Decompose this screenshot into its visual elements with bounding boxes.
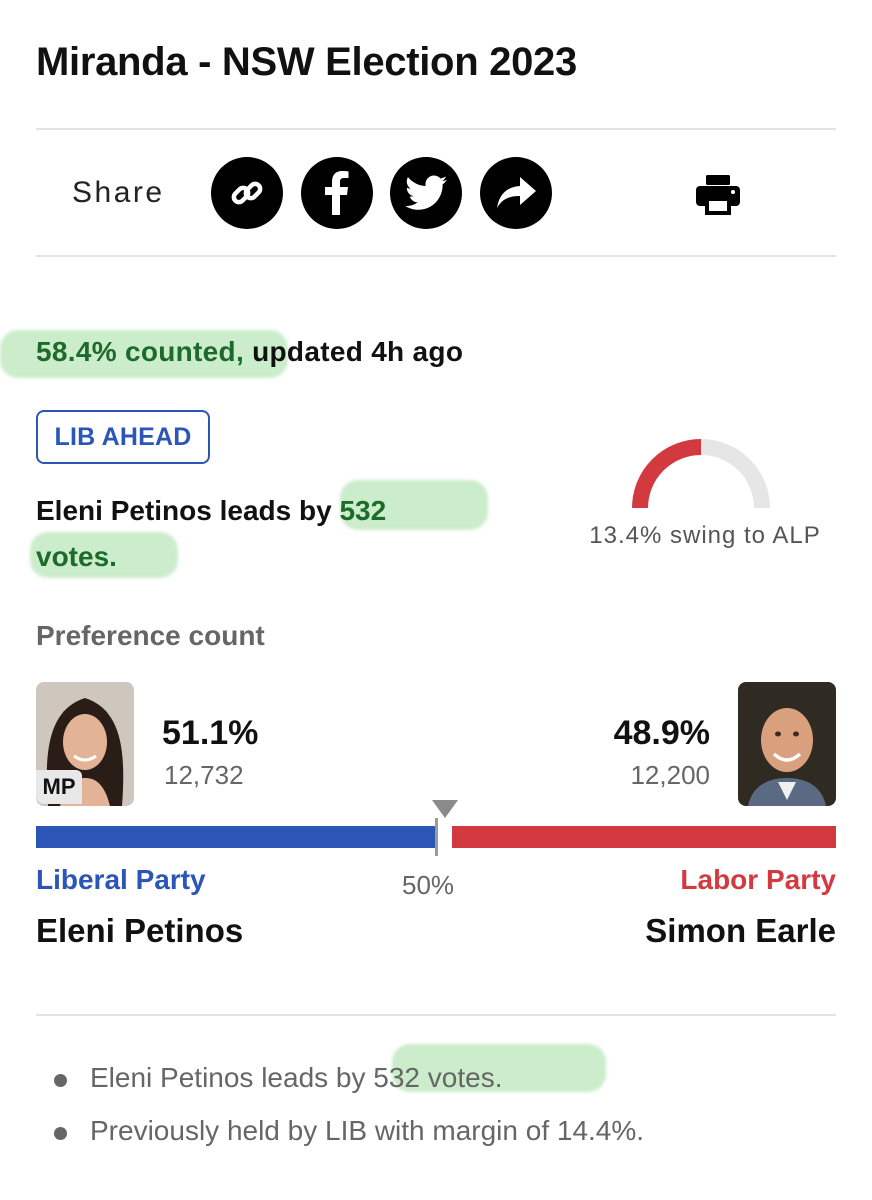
note-lead-prefix: Eleni Petinos leads by <box>90 1062 374 1093</box>
preference-count-label: Preference count <box>36 620 265 651</box>
printer-icon <box>696 175 740 215</box>
note-lead-value: 532 votes. <box>373 1062 503 1093</box>
twitter-icon <box>405 175 447 210</box>
facebook-share-button[interactable] <box>301 157 373 229</box>
counted-percent: 58.4% counted, <box>36 336 245 367</box>
share-label: Share <box>72 176 165 209</box>
updated-time: updated 4h ago <box>244 336 464 367</box>
lead-summary: Eleni Petinos leads by 532 votes. <box>36 488 466 580</box>
swing-label: 13.4% swing to ALP <box>589 522 821 549</box>
right-candidate-name: Simon Earle <box>645 912 836 949</box>
right-party: Labor Party <box>680 864 836 895</box>
midpoint-label: 50% <box>402 870 455 900</box>
link-icon <box>231 181 263 205</box>
count-status: 58.4% counted, updated 4h ago <box>36 336 463 368</box>
lead-prefix: Eleni Petinos leads by <box>36 495 340 526</box>
left-party: Liberal Party <box>36 864 206 895</box>
preference-bar-labor <box>452 826 836 848</box>
swing-gauge <box>632 439 770 509</box>
candidate-photo-right <box>738 682 836 806</box>
left-votes: 12,732 <box>164 760 244 790</box>
right-percent: 48.9% <box>613 714 710 752</box>
divider-notes <box>36 1014 836 1016</box>
twitter-share-button[interactable] <box>390 157 462 229</box>
preference-bar-liberal <box>36 826 438 848</box>
bullet-dot <box>54 1074 67 1087</box>
lead-amount: 532 <box>339 495 387 526</box>
copy-link-button[interactable] <box>211 157 283 229</box>
page-title: Miranda - NSW Election 2023 <box>36 40 577 84</box>
midpoint-marker-icon <box>432 800 458 818</box>
bullet-dot <box>54 1127 67 1140</box>
note-previous-holder: Previously held by LIB with margin of 14… <box>90 1115 645 1146</box>
note-lead: Eleni Petinos leads by 532 votes. <box>90 1062 502 1094</box>
facebook-icon <box>325 171 349 215</box>
divider-share <box>36 255 836 257</box>
share-more-button[interactable] <box>480 157 552 229</box>
right-votes: 12,200 <box>630 760 710 790</box>
print-button[interactable] <box>688 170 748 220</box>
mp-tag: MP <box>36 770 82 804</box>
lead-suffix: votes. <box>36 541 117 572</box>
share-arrow-icon <box>497 177 536 208</box>
divider-top <box>36 128 836 130</box>
left-candidate-name: Eleni Petinos <box>36 912 244 949</box>
status-badge: LIB AHEAD <box>36 410 210 464</box>
midpoint-line <box>435 818 438 856</box>
left-percent: 51.1% <box>162 714 259 752</box>
